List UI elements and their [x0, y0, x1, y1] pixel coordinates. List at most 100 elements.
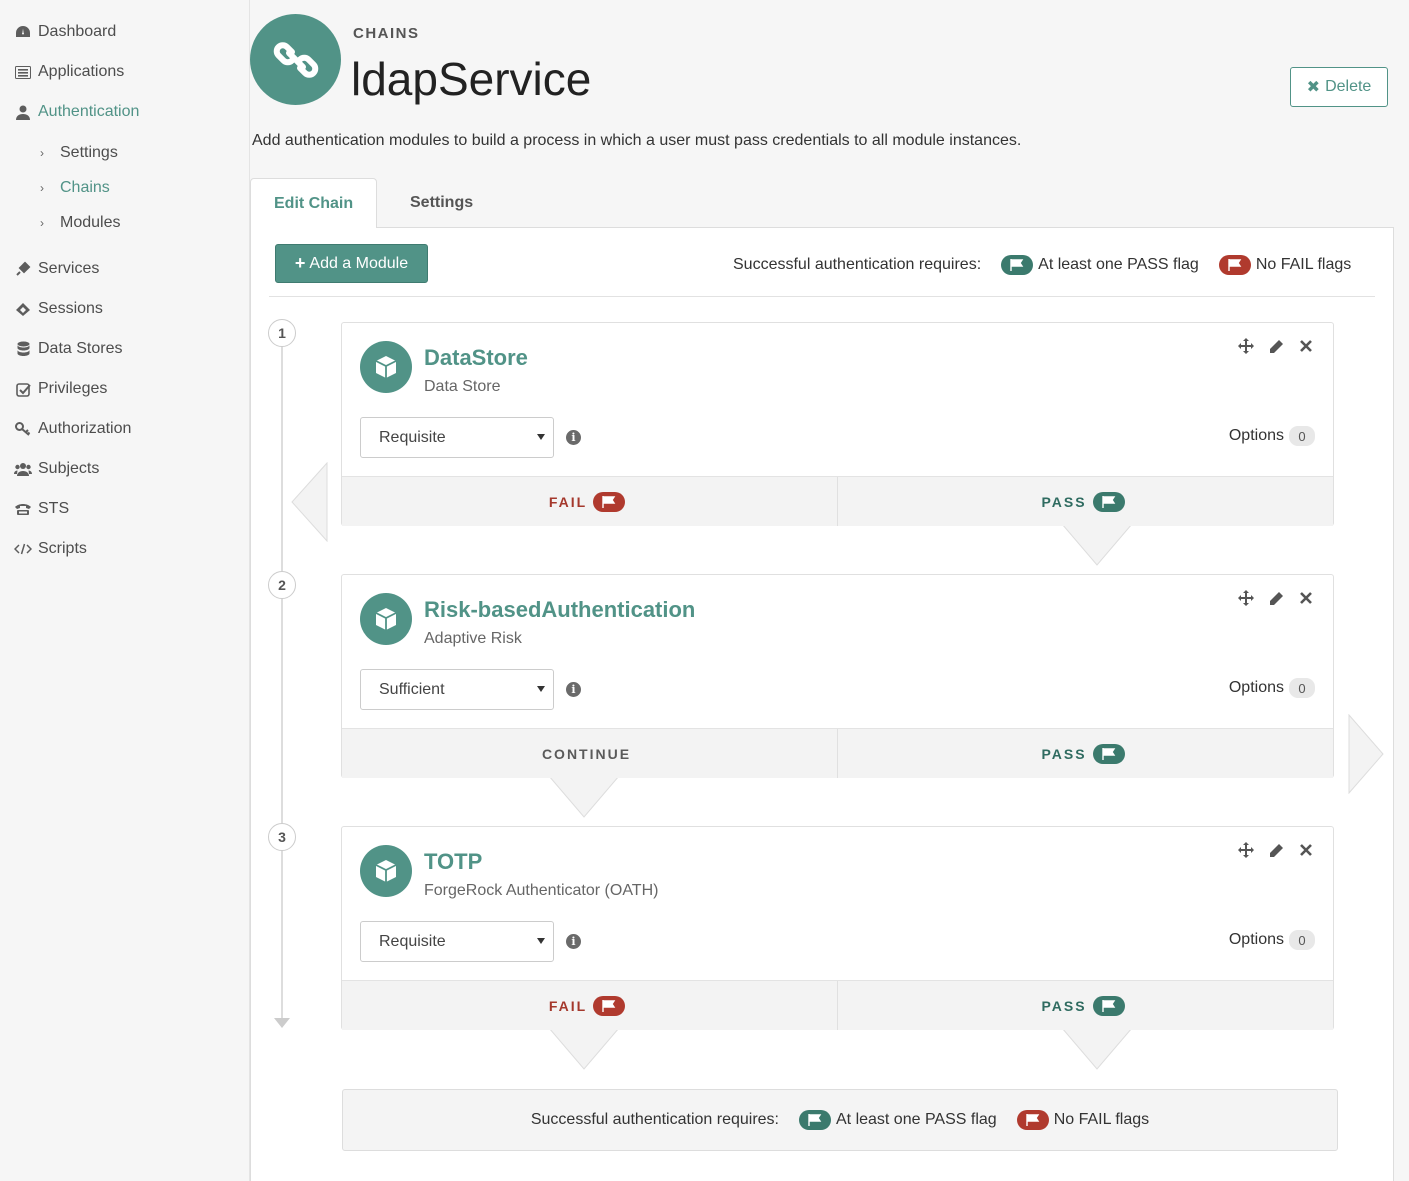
nav-dashboard[interactable]: Dashboard — [14, 20, 116, 44]
edit-icon[interactable] — [1267, 589, 1285, 607]
module-card: TOTP ForgeRock Authenticator (OATH) Requ… — [341, 826, 1334, 1030]
chain-timeline — [281, 320, 283, 1020]
nav-services-label: Services — [38, 260, 100, 277]
module-name[interactable]: TOTP — [424, 849, 482, 875]
ticket-icon — [14, 302, 32, 316]
options-label: Options — [1228, 679, 1284, 696]
outcome-label: FAIL — [548, 997, 588, 1014]
nav-authentication-label: Authentication — [38, 103, 140, 120]
options-link[interactable]: Options 0 — [1229, 426, 1315, 446]
info-icon[interactable]: i — [566, 430, 581, 445]
module-name[interactable]: DataStore — [424, 345, 528, 371]
outcome-row: CONTINUE PASS — [342, 728, 1333, 778]
nav-data-stores[interactable]: Data Stores — [14, 337, 122, 361]
database-icon — [14, 341, 32, 357]
nav-sessions-label: Sessions — [38, 300, 103, 317]
tab-edit-chain[interactable]: Edit Chain — [250, 178, 378, 228]
add-module-button[interactable]: + Add a Module — [275, 244, 428, 283]
sub-settings[interactable]: › Settings — [40, 141, 118, 165]
outcome-row: FAIL PASS — [342, 980, 1333, 1030]
outcome-label: FAIL — [548, 493, 588, 510]
nav-scripts-label: Scripts — [38, 540, 87, 557]
caret-down-icon — [537, 434, 545, 440]
remove-icon[interactable] — [1297, 589, 1315, 607]
nav-data-stores-label: Data Stores — [38, 340, 123, 357]
nav-privileges-label: Privileges — [38, 380, 108, 397]
pass-flag-icon — [799, 1110, 831, 1130]
nav-authorization[interactable]: Authorization — [14, 417, 131, 441]
nav-applications[interactable]: Applications — [14, 60, 124, 84]
options-label: Options — [1228, 931, 1284, 948]
step-number: 1 — [268, 319, 296, 347]
fail-flag-icon — [1218, 255, 1251, 275]
edit-icon[interactable] — [1267, 841, 1285, 859]
module-actions — [1237, 589, 1315, 607]
sub-chains[interactable]: › Chains — [40, 176, 110, 200]
remove-icon[interactable] — [1297, 841, 1315, 859]
pass-outcome: PASS — [838, 477, 1333, 526]
module-card: DataStore Data Store Requisite i Options… — [341, 322, 1334, 526]
module-name[interactable]: Risk-basedAuthentication — [424, 597, 695, 623]
options-count-badge: 0 — [1289, 930, 1315, 950]
checkbox-icon — [14, 382, 32, 397]
tab-settings[interactable]: Settings — [387, 178, 496, 228]
nav-applications-label: Applications — [38, 63, 125, 80]
nav-scripts[interactable]: Scripts — [14, 537, 87, 561]
pass-arrow-down-icon — [1061, 1027, 1133, 1070]
info-icon[interactable]: i — [566, 934, 581, 949]
users-icon — [14, 462, 32, 476]
info-icon[interactable]: i — [566, 682, 581, 697]
step-number: 3 — [268, 823, 296, 851]
nav-authentication[interactable]: Authentication — [14, 100, 139, 124]
move-icon[interactable] — [1237, 589, 1255, 607]
edit-chain-panel: + Add a Module Successful authentication… — [250, 227, 1394, 1181]
nav-privileges[interactable]: Privileges — [14, 377, 107, 401]
nav-sts-label: STS — [38, 500, 70, 517]
options-link[interactable]: Options 0 — [1229, 678, 1315, 698]
cube-icon — [360, 845, 412, 897]
fail-arrow-down-icon — [548, 1027, 620, 1070]
options-label: Options — [1228, 427, 1284, 444]
remove-icon[interactable] — [1297, 337, 1315, 355]
nav-subjects-label: Subjects — [38, 460, 100, 477]
step-number: 2 — [268, 571, 296, 599]
code-icon — [14, 543, 32, 555]
nav-sts[interactable]: STS — [14, 497, 69, 521]
criteria-select[interactable]: Sufficient — [360, 669, 554, 710]
nav-subjects[interactable]: Subjects — [14, 457, 99, 481]
fail-requirement: No FAIL flags — [1255, 256, 1352, 273]
fail-flag-icon — [593, 995, 626, 1016]
main-content: CHAINS ldapService ✖ Delete Add authenti… — [249, 0, 1409, 1181]
outcome-label: PASS — [1041, 745, 1087, 762]
fail-outcome: FAIL — [342, 477, 838, 526]
pass-flag-icon — [1092, 491, 1125, 512]
fail-requirement: No FAIL flags — [1053, 1111, 1150, 1128]
options-count-badge: 0 — [1289, 426, 1315, 446]
delete-button[interactable]: ✖ Delete — [1290, 67, 1388, 107]
sub-modules[interactable]: › Modules — [40, 211, 120, 235]
pass-arrow-down-icon — [1061, 523, 1133, 566]
sub-chains-label: Chains — [60, 179, 110, 196]
module-actions — [1237, 337, 1315, 355]
nav-services[interactable]: Services — [14, 257, 99, 281]
criteria-value: Sufficient — [379, 680, 445, 698]
page-title: ldapService — [351, 53, 592, 105]
caret-down-icon — [537, 686, 545, 692]
criteria-value: Requisite — [379, 428, 446, 446]
criteria-select[interactable]: Requisite — [360, 417, 554, 458]
options-count-badge: 0 — [1289, 678, 1315, 698]
criteria-select[interactable]: Requisite — [360, 921, 554, 962]
nav-authorization-label: Authorization — [38, 420, 132, 437]
edit-icon[interactable] — [1267, 337, 1285, 355]
add-module-label: Add a Module — [309, 254, 409, 272]
move-icon[interactable] — [1237, 841, 1255, 859]
caret-down-icon — [537, 938, 545, 944]
options-link[interactable]: Options 0 — [1229, 930, 1315, 950]
pass-requirement: At least one PASS flag — [836, 1111, 997, 1128]
pass-outcome: PASS — [838, 981, 1333, 1030]
move-icon[interactable] — [1237, 337, 1255, 355]
pass-flag-icon — [1092, 995, 1125, 1016]
plug-icon — [14, 261, 32, 277]
page-description: Add authentication modules to build a pr… — [252, 132, 1022, 149]
nav-sessions[interactable]: Sessions — [14, 297, 103, 321]
